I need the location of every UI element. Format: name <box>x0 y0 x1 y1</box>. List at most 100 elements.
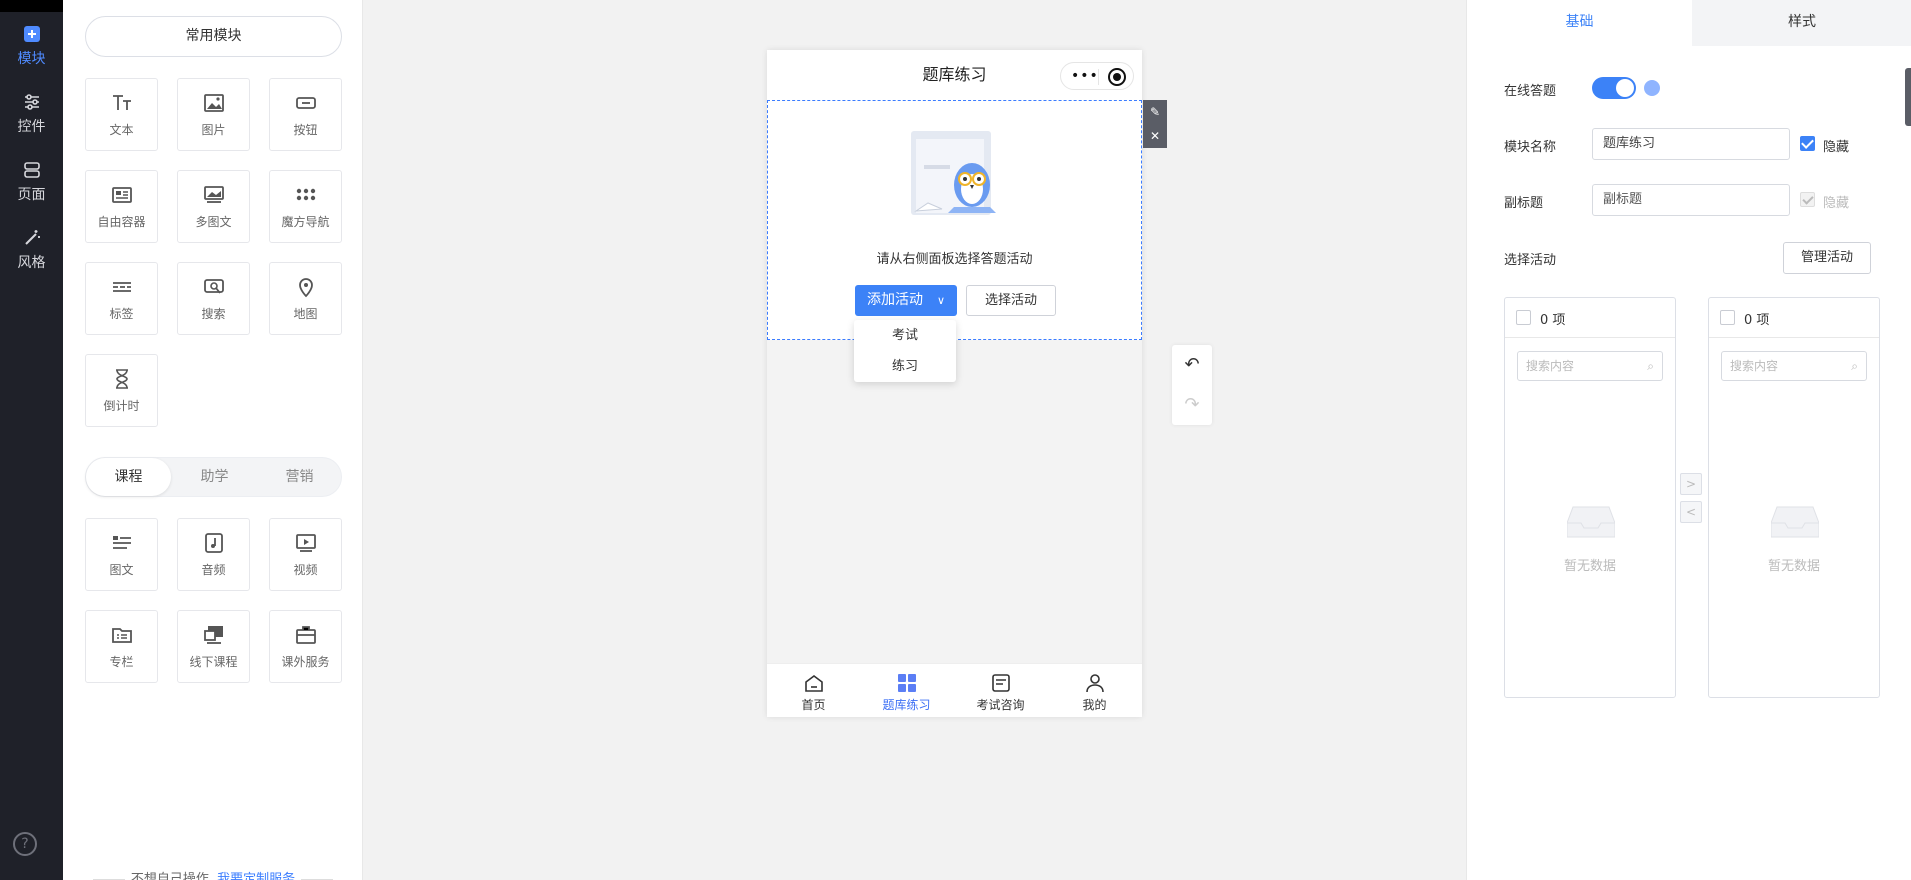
select-activity-label: 选择活动 <box>1504 253 1557 268</box>
rail-item-controls[interactable]: 控件 <box>0 92 63 152</box>
module-tile-offline-course[interactable]: 线下课程 <box>177 610 250 683</box>
online-quiz-label: 在线答题 <box>1504 84 1557 99</box>
redo-icon[interactable]: ↷ <box>1172 385 1212 425</box>
module-tile-extra-service[interactable]: 课外服务 <box>269 610 342 683</box>
tab-style[interactable]: 样式 <box>1692 0 1911 46</box>
search-icon: ⌕ <box>1851 359 1858 373</box>
phone-tab-mine[interactable]: 我的 <box>1048 664 1141 718</box>
module-name-input[interactable]: 题库练习 <box>1592 128 1790 160</box>
transfer-source-list: 0 项 搜索内容 ⌕ 暂无数据 <box>1504 297 1676 698</box>
target-search-input[interactable]: 搜索内容 ⌕ <box>1721 351 1867 381</box>
transfer-source-header: 0 项 <box>1505 298 1675 338</box>
module-panel: 常用模块 文本 图片 按钮 自由容器 多图文 魔方导航 标签 搜索 地图 倒计时 <box>63 0 363 880</box>
layers-icon <box>23 162 40 178</box>
phone-tab-consult[interactable]: 考试咨询 <box>954 664 1047 718</box>
source-count: 0 项 <box>1540 313 1566 328</box>
custom-service-link[interactable]: 我要定制服务 <box>217 872 295 880</box>
module-tile-button[interactable]: 按钮 <box>269 78 342 151</box>
add-activity-dropdown: 考试 练习 <box>854 320 956 382</box>
inbox-empty-icon <box>1567 506 1615 538</box>
dots-grid-icon <box>296 188 315 201</box>
module-tile-column[interactable]: 专栏 <box>85 610 158 683</box>
tab-assist[interactable]: 助学 <box>172 458 257 496</box>
module-tile-map[interactable]: 地图 <box>269 262 342 335</box>
tab-course[interactable]: 课程 <box>86 458 171 496</box>
link-icon[interactable] <box>1644 80 1660 96</box>
subtitle-input[interactable]: 副标题 <box>1592 184 1790 216</box>
footer-text: 不想自己操作 <box>130 872 209 880</box>
help-icon[interactable]: ? <box>13 832 37 856</box>
module-tile-text[interactable]: 文本 <box>85 78 158 151</box>
module-tile-image[interactable]: 图片 <box>177 78 250 151</box>
phone-tab-home[interactable]: 首页 <box>767 664 860 718</box>
add-activity-button[interactable]: 添加活动 ∨ <box>855 285 957 316</box>
choose-activity-button[interactable]: 选择活动 <box>966 285 1056 316</box>
panel-scroll-handle[interactable] <box>1905 68 1911 126</box>
module-tile-video[interactable]: 视频 <box>269 518 342 591</box>
phone-header: 题库练习 ••• <box>767 50 1142 100</box>
online-quiz-toggle[interactable] <box>1592 77 1636 99</box>
map-pin-icon <box>298 278 313 298</box>
module-tile-multi-image[interactable]: 多图文 <box>177 170 250 243</box>
select-all-target-checkbox[interactable] <box>1720 310 1735 325</box>
rail-item-label: 风格 <box>17 255 46 271</box>
edit-pencil-icon[interactable]: ✎ <box>1143 100 1167 124</box>
hide-title-checkbox[interactable] <box>1800 136 1815 151</box>
move-right-button[interactable]: > <box>1680 473 1702 495</box>
rail-item-modules[interactable]: 模块 <box>0 24 63 84</box>
rail-item-label: 模块 <box>17 51 46 67</box>
module-name-label: 模块名称 <box>1504 140 1557 155</box>
rail-top-bar <box>0 0 63 12</box>
settings-panel: 基础 样式 在线答题 模块名称 题库练习 隐藏 副标题 副标题 隐藏 选择活动 … <box>1466 0 1911 880</box>
dropdown-item-practice[interactable]: 练习 <box>854 351 956 382</box>
phone-tab-quiz[interactable]: 题库练习 <box>860 664 953 718</box>
button-icon <box>295 97 316 109</box>
settings-tabs: 基础 样式 <box>1467 0 1911 46</box>
history-controls: ↶ ↷ <box>1172 345 1212 425</box>
source-search-input[interactable]: 搜索内容 ⌕ <box>1517 351 1663 381</box>
audio-icon <box>204 533 223 553</box>
chevron-down-icon: ∨ <box>936 294 945 307</box>
plus-square-icon <box>23 26 40 42</box>
undo-icon[interactable]: ↶ <box>1172 345 1212 385</box>
tags-icon <box>112 282 131 292</box>
article-list-icon <box>112 536 131 549</box>
module-category-tabs: 课程 助学 营销 <box>85 457 342 497</box>
close-target-icon <box>1108 68 1126 86</box>
module-tile-countdown[interactable]: 倒计时 <box>85 354 158 427</box>
rail-item-pages[interactable]: 页面 <box>0 160 63 220</box>
magic-wand-icon <box>24 230 40 245</box>
module-tile-tags[interactable]: 标签 <box>85 262 158 335</box>
document-icon <box>991 674 1010 692</box>
move-left-button[interactable]: < <box>1680 501 1702 523</box>
text-icon <box>112 95 131 110</box>
target-count: 0 项 <box>1744 313 1770 328</box>
select-all-source-checkbox[interactable] <box>1516 310 1531 325</box>
manage-activity-button[interactable]: 管理活动 <box>1783 242 1871 274</box>
hide-subtitle-checkbox[interactable] <box>1800 192 1815 207</box>
rail-item-style[interactable]: 风格 <box>0 228 63 288</box>
module-tile-free-container[interactable]: 自由容器 <box>85 170 158 243</box>
module-tile-cube-nav[interactable]: 魔方导航 <box>269 170 342 243</box>
multi-image-icon <box>203 186 224 203</box>
miniapp-capsule: ••• <box>1060 62 1134 90</box>
inbox-empty-icon <box>1771 506 1819 538</box>
module-tile-audio[interactable]: 音频 <box>177 518 250 591</box>
delete-x-icon[interactable]: ✕ <box>1143 124 1167 148</box>
target-empty-text: 暂无数据 <box>1767 559 1820 574</box>
quiz-module-block[interactable]: 请从右侧面板选择答题活动 添加活动 ∨ 选择活动 <box>767 100 1142 340</box>
hourglass-icon <box>115 369 128 389</box>
image-icon <box>203 94 224 112</box>
video-icon <box>295 534 316 552</box>
module-tile-article[interactable]: 图文 <box>85 518 158 591</box>
phone-tabbar: 首页 题库练习 考试咨询 我的 <box>767 663 1142 717</box>
dropdown-item-exam[interactable]: 考试 <box>854 320 956 351</box>
source-empty-text: 暂无数据 <box>1563 559 1616 574</box>
transfer-target-list: 0 项 搜索内容 ⌕ 暂无数据 <box>1708 297 1880 698</box>
module-tile-search[interactable]: 搜索 <box>177 262 250 335</box>
block-edit-tools: ✎ ✕ <box>1143 100 1167 148</box>
tab-marketing[interactable]: 营销 <box>257 458 342 496</box>
tab-basic[interactable]: 基础 <box>1467 0 1692 46</box>
common-modules-button[interactable]: 常用模块 <box>85 16 342 57</box>
briefcase-icon <box>295 626 316 644</box>
